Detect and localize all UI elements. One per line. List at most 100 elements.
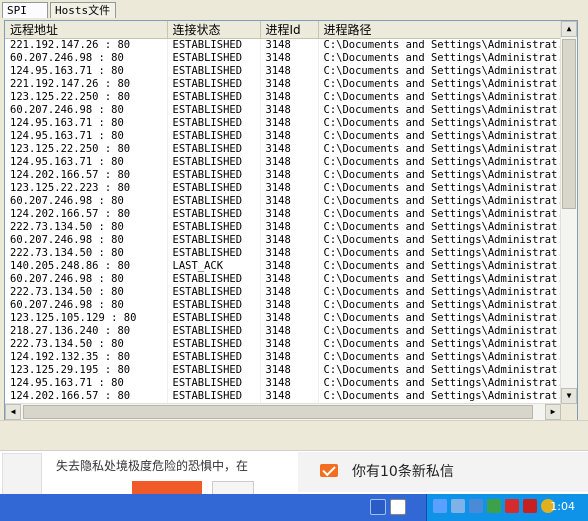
- remote-address-cell: 123.125.22.250 : 80: [5, 91, 168, 104]
- table-row[interactable]: 60.207.246.98 : 80 ESTABLISHED 3148 C:\Docu…: [5, 52, 562, 65]
- process-path-cell: C:\Documents and Settings\Administrat...: [318, 65, 562, 78]
- ad-thumbnail-image[interactable]: [2, 453, 42, 495]
- remote-address-cell: 124.202.166.57 : 80: [5, 390, 168, 403]
- table-row[interactable]: 60.207.246.98 : 80 ESTABLISHED 3148 C:\Docu…: [5, 273, 562, 286]
- tray-security-icon[interactable]: [505, 499, 519, 513]
- connection-state-cell: ESTABLISHED: [167, 65, 261, 78]
- connection-state-cell: ESTABLISHED: [167, 208, 261, 221]
- horizontal-scroll-thumb[interactable]: [23, 405, 533, 419]
- table-row[interactable]: 222.73.134.50 : 80 ESTABLISHED 3148 C:\Docu…: [5, 286, 562, 299]
- process-path-cell: C:\Documents and Settings\Administrat...: [318, 338, 562, 351]
- connection-table: 远程地址 连接状态 进程Id 进程路径 221.192.147.26 : 80 E…: [5, 21, 562, 403]
- tray-antivirus-icon[interactable]: [523, 499, 537, 513]
- process-path-cell: C:\Documents and Settings\Administrat...: [318, 130, 562, 143]
- table-row[interactable]: 124.202.166.57 : 80 ESTABLISHED 3148 C:\Doc…: [5, 390, 562, 403]
- process-path-cell: C:\Documents and Settings\Administrat...: [318, 78, 562, 91]
- horizontal-scrollbar[interactable]: ◀ ▶: [5, 403, 561, 420]
- table-row[interactable]: 124.202.166.57 : 80 ESTABLISHED 3148 C:\Doc…: [5, 208, 562, 221]
- process-id-cell: 3148: [260, 117, 319, 130]
- tab-hosts-file[interactable]: Hosts文件: [50, 2, 116, 18]
- connection-state-cell: ESTABLISHED: [167, 364, 261, 377]
- process-path-cell: C:\Documents and Settings\Administrat...: [318, 91, 562, 104]
- connection-state-cell: ESTABLISHED: [167, 377, 261, 390]
- process-id-cell: 3148: [260, 234, 319, 247]
- table-row[interactable]: 124.95.163.71 : 80 ESTABLISHED 3148 C:\Docu…: [5, 156, 562, 169]
- process-path-cell: C:\Documents and Settings\Administrat...: [318, 390, 562, 403]
- process-path-cell: C:\Documents and Settings\Administrat...: [318, 325, 562, 338]
- process-id-cell: 3148: [260, 38, 319, 52]
- column-header-remote-address[interactable]: 远程地址: [5, 21, 168, 39]
- process-path-cell: C:\Documents and Settings\Administrat...: [318, 156, 562, 169]
- connection-state-cell: ESTABLISHED: [167, 156, 261, 169]
- table-row[interactable]: 221.192.147.26 : 80 ESTABLISHED 3148 C:\Doc…: [5, 78, 562, 91]
- column-header-process-id[interactable]: 进程Id: [260, 21, 319, 39]
- table-row[interactable]: 60.207.246.98 : 80 ESTABLISHED 3148 C:\Docu…: [5, 195, 562, 208]
- table-row[interactable]: 221.192.147.26 : 80 ESTABLISHED 3148 C:\Doc…: [5, 38, 562, 52]
- table-row[interactable]: 60.207.246.98 : 80 ESTABLISHED 3148 C:\Docu…: [5, 234, 562, 247]
- process-id-cell: 3148: [260, 260, 319, 273]
- tray-app-icon[interactable]: [433, 499, 447, 513]
- private-message-notification[interactable]: 你有10条新私信: [298, 452, 588, 492]
- process-id-cell: 3148: [260, 390, 319, 403]
- table-row[interactable]: 123.125.105.129 : 80 ESTABLISHED 3148 C:\Do…: [5, 312, 562, 325]
- remote-address-cell: 124.192.132.35 : 80: [5, 351, 168, 364]
- table-row[interactable]: 140.205.248.86 : 80 LAST_ACK 3148 C:\Docume…: [5, 260, 562, 273]
- table-row[interactable]: 222.73.134.50 : 80 ESTABLISHED 3148 C:\Docu…: [5, 247, 562, 260]
- process-id-cell: 3148: [260, 195, 319, 208]
- table-row[interactable]: 124.95.163.71 : 80 ESTABLISHED 3148 C:\Docu…: [5, 65, 562, 78]
- connection-list[interactable]: 远程地址 连接状态 进程Id 进程路径 221.192.147.26 : 80 E…: [4, 20, 578, 421]
- process-id-cell: 3148: [260, 273, 319, 286]
- connection-state-cell: ESTABLISHED: [167, 351, 261, 364]
- table-row[interactable]: 123.125.22.250 : 80 ESTABLISHED 3148 C:\Doc…: [5, 91, 562, 104]
- process-path-cell: C:\Documents and Settings\Administrat...: [318, 364, 562, 377]
- table-row[interactable]: 222.73.134.50 : 80 ESTABLISHED 3148 C:\Docu…: [5, 221, 562, 234]
- table-row[interactable]: 123.125.29.195 : 80 ESTABLISHED 3148 C:\Doc…: [5, 364, 562, 377]
- scroll-down-arrow-icon[interactable]: ▼: [561, 388, 577, 404]
- vertical-scrollbar[interactable]: ▲ ▼: [560, 21, 577, 404]
- remote-address-cell: 222.73.134.50 : 80: [5, 338, 168, 351]
- scroll-left-arrow-icon[interactable]: ◀: [5, 404, 21, 420]
- table-row[interactable]: 123.125.22.250 : 80 ESTABLISHED 3148 C:\Doc…: [5, 143, 562, 156]
- table-row[interactable]: 123.125.22.223 : 80 ESTABLISHED 3148 C:\Doc…: [5, 182, 562, 195]
- help-icon[interactable]: [390, 499, 406, 515]
- connection-state-cell: ESTABLISHED: [167, 312, 261, 325]
- remote-address-cell: 124.95.163.71 : 80: [5, 130, 168, 143]
- table-row[interactable]: 222.73.134.50 : 80 ESTABLISHED 3148 C:\Docu…: [5, 338, 562, 351]
- table-row[interactable]: 124.192.132.35 : 80 ESTABLISHED 3148 C:\Doc…: [5, 351, 562, 364]
- column-header-process-path[interactable]: 进程路径: [318, 21, 562, 39]
- tray-network-icon[interactable]: [451, 499, 465, 513]
- scroll-right-arrow-icon[interactable]: ▶: [545, 404, 561, 420]
- table-row[interactable]: 60.207.246.98 : 80 ESTABLISHED 3148 C:\Docu…: [5, 104, 562, 117]
- scrollbar-corner: [561, 404, 577, 420]
- network-icon[interactable]: [370, 499, 386, 515]
- table-row[interactable]: 60.207.246.98 : 80 ESTABLISHED 3148 C:\Docu…: [5, 299, 562, 312]
- clock[interactable]: 1:04: [550, 500, 575, 513]
- tray-shield-icon[interactable]: [487, 499, 501, 513]
- table-row[interactable]: 124.202.166.57 : 80 ESTABLISHED 3148 C:\Doc…: [5, 169, 562, 182]
- remote-address-cell: 221.192.147.26 : 80: [5, 78, 168, 91]
- process-id-cell: 3148: [260, 312, 319, 325]
- process-id-cell: 3148: [260, 286, 319, 299]
- process-id-cell: 3148: [260, 65, 319, 78]
- connection-state-cell: ESTABLISHED: [167, 130, 261, 143]
- process-id-cell: 3148: [260, 221, 319, 234]
- table-row[interactable]: 124.95.163.71 : 80 ESTABLISHED 3148 C:\Docu…: [5, 130, 562, 143]
- connection-state-cell: ESTABLISHED: [167, 273, 261, 286]
- column-header-connection-state[interactable]: 连接状态: [167, 21, 261, 39]
- tray-monitor-icon[interactable]: [469, 499, 483, 513]
- process-path-cell: C:\Documents and Settings\Administrat...: [318, 38, 562, 52]
- table-row[interactable]: 124.95.163.71 : 80 ESTABLISHED 3148 C:\Docu…: [5, 377, 562, 390]
- ad-action-button[interactable]: [132, 481, 202, 495]
- process-path-cell: C:\Documents and Settings\Administrat...: [318, 247, 562, 260]
- tab-spi[interactable]: SPI: [2, 2, 48, 18]
- process-id-cell: 3148: [260, 91, 319, 104]
- table-row[interactable]: 124.95.163.71 : 80 ESTABLISHED 3148 C:\Docu…: [5, 117, 562, 130]
- process-path-cell: C:\Documents and Settings\Administrat...: [318, 169, 562, 182]
- process-path-cell: C:\Documents and Settings\Administrat...: [318, 182, 562, 195]
- ad-headline[interactable]: 失去隐私处境极度危险的恐惧中，在: [56, 457, 248, 474]
- table-row[interactable]: 218.27.136.240 : 80 ESTABLISHED 3148 C:\Doc…: [5, 325, 562, 338]
- scroll-up-arrow-icon[interactable]: ▲: [561, 21, 577, 37]
- vertical-scroll-thumb[interactable]: [562, 39, 576, 209]
- remote-address-cell: 123.125.22.223 : 80: [5, 182, 168, 195]
- process-id-cell: 3148: [260, 208, 319, 221]
